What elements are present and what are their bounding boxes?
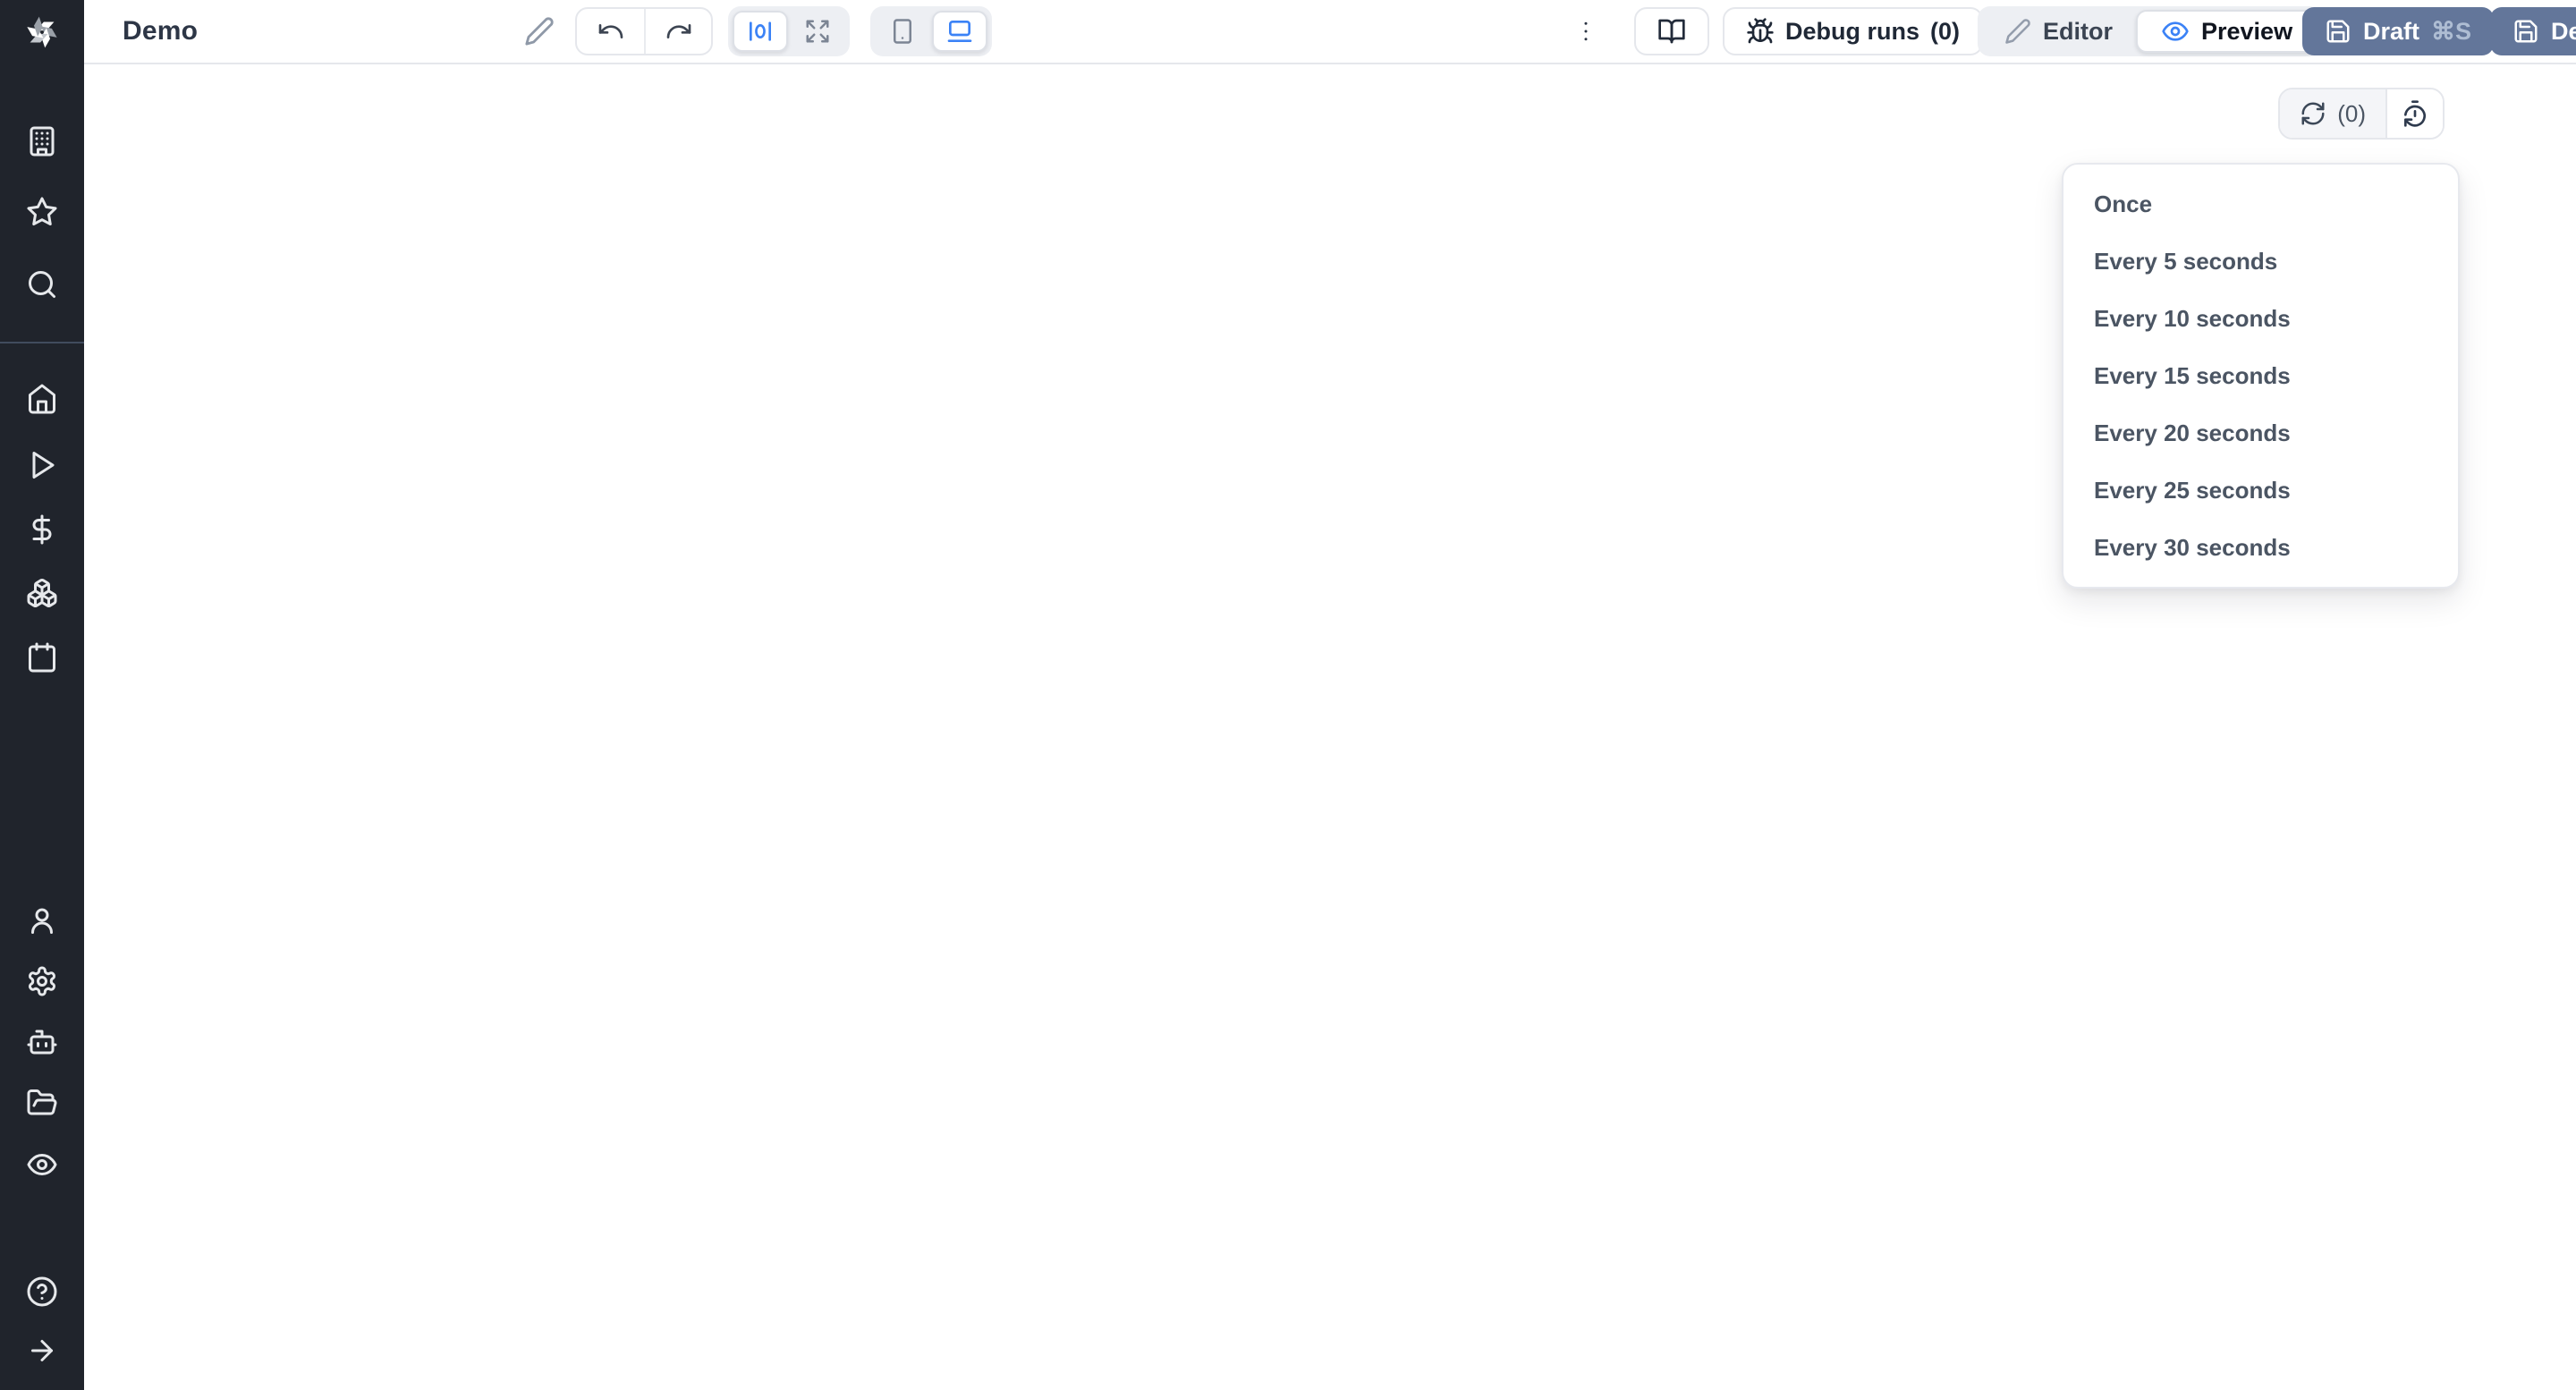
- calendar-icon: [26, 641, 58, 674]
- refresh-schedule-button[interactable]: [2387, 89, 2443, 138]
- preview-tab-label: Preview: [2201, 18, 2292, 46]
- undo-icon: [597, 17, 625, 46]
- book-open-icon: [1657, 17, 1686, 46]
- smartphone-icon: [889, 18, 916, 45]
- bug-icon: [1746, 17, 1775, 46]
- settings-gear-icon: [26, 965, 58, 997]
- bot-icon: [26, 1026, 58, 1058]
- sidebar-item-audit-logs[interactable]: [25, 1148, 59, 1182]
- save-icon: [2512, 18, 2539, 45]
- boxes-icon: [26, 577, 58, 609]
- sidebar-item-help[interactable]: [25, 1275, 59, 1309]
- user-icon: [26, 904, 58, 937]
- menu-item-once[interactable]: Once: [2063, 175, 2458, 233]
- sidebar-item-favorites[interactable]: [25, 195, 59, 229]
- laptop-icon: [945, 17, 974, 46]
- pencil-icon: [524, 16, 555, 47]
- menu-item-every-20s[interactable]: Every 20 seconds: [2063, 404, 2458, 462]
- tab-editor[interactable]: Editor: [1981, 10, 2136, 53]
- content-width-icon: [746, 17, 775, 46]
- dollar-sign-icon: [26, 513, 58, 546]
- redo-button[interactable]: [644, 9, 711, 54]
- desktop-view-button[interactable]: [932, 11, 987, 52]
- star-icon: [26, 196, 58, 228]
- deploy-label: Deploy: [2551, 18, 2576, 46]
- tab-preview[interactable]: Preview: [2136, 10, 2318, 53]
- sidebar-item-schedules[interactable]: [25, 640, 59, 674]
- sidebar-divider: [0, 342, 84, 343]
- sidebar: [0, 0, 84, 1390]
- undo-redo-group: [575, 7, 713, 55]
- refresh-button[interactable]: (0): [2280, 89, 2387, 138]
- sidebar-item-variables[interactable]: [25, 513, 59, 547]
- rename-app-button[interactable]: [521, 13, 557, 49]
- eye-icon: [2161, 17, 2190, 46]
- eye-icon: [26, 1148, 58, 1181]
- sidebar-item-workers[interactable]: [25, 1025, 59, 1059]
- sidebar-item-resources[interactable]: [25, 576, 59, 610]
- pencil-icon: [2004, 18, 2031, 45]
- topbar: Demo: [84, 0, 2576, 64]
- debug-runs-count: (0): [1930, 18, 1960, 46]
- timer-reset-icon: [2401, 99, 2429, 128]
- menu-item-every-15s[interactable]: Every 15 seconds: [2063, 347, 2458, 404]
- width-toggle-group: [728, 6, 850, 56]
- undo-button[interactable]: [577, 9, 644, 54]
- refresh-count: (0): [2337, 100, 2366, 128]
- menu-item-every-30s[interactable]: Every 30 seconds: [2063, 519, 2458, 576]
- sidebar-item-settings[interactable]: [25, 964, 59, 998]
- mode-toggle-group: Editor Preview: [1978, 6, 2321, 56]
- page-title: Demo: [123, 16, 198, 47]
- redo-icon: [665, 17, 693, 46]
- arrow-right-icon: [26, 1335, 58, 1367]
- more-options-button[interactable]: [1571, 12, 1601, 51]
- draft-shortcut: ⌘S: [2431, 18, 2471, 46]
- sidebar-item-home[interactable]: [25, 382, 59, 416]
- mobile-view-button[interactable]: [875, 11, 930, 52]
- save-icon: [2325, 18, 2351, 45]
- sidebar-item-workspace[interactable]: [25, 124, 59, 158]
- refresh-interval-menu: Once Every 5 seconds Every 10 seconds Ev…: [2062, 163, 2460, 589]
- sidebar-item-runs[interactable]: [25, 448, 59, 482]
- content-width-button[interactable]: [733, 11, 788, 52]
- editor-tab-label: Editor: [2043, 18, 2113, 46]
- menu-item-every-5s[interactable]: Every 5 seconds: [2063, 233, 2458, 290]
- folder-open-icon: [26, 1087, 58, 1119]
- deploy-button[interactable]: Deploy: [2490, 7, 2576, 55]
- sidebar-item-users[interactable]: [25, 903, 59, 937]
- building-icon: [26, 125, 58, 157]
- search-icon: [26, 268, 58, 301]
- draft-button[interactable]: Draft ⌘S: [2302, 7, 2494, 55]
- sidebar-item-search[interactable]: [25, 267, 59, 301]
- windmill-logo-icon: [21, 12, 63, 53]
- debug-runs-button[interactable]: Debug runs (0): [1723, 7, 1983, 55]
- debug-runs-label: Debug runs: [1785, 18, 1919, 46]
- device-toggle-group: [870, 6, 992, 56]
- menu-item-every-10s[interactable]: Every 10 seconds: [2063, 290, 2458, 347]
- home-icon: [26, 383, 58, 415]
- expand-icon: [804, 18, 831, 45]
- sidebar-item-folders[interactable]: [25, 1086, 59, 1120]
- windmill-logo[interactable]: [0, 0, 84, 64]
- draft-label: Draft: [2363, 18, 2419, 46]
- app-canvas: (0) Once Every 5 seconds Every 10 second…: [84, 64, 2576, 1390]
- refresh-controls: (0): [2278, 88, 2445, 140]
- sidebar-expand-button[interactable]: [25, 1334, 59, 1368]
- help-circle-icon: [26, 1276, 58, 1308]
- play-icon: [26, 449, 58, 481]
- kebab-icon: [1572, 18, 1599, 45]
- full-width-button[interactable]: [790, 11, 845, 52]
- refresh-icon: [2300, 100, 2326, 127]
- menu-item-every-25s[interactable]: Every 25 seconds: [2063, 462, 2458, 519]
- docs-button[interactable]: [1634, 7, 1709, 55]
